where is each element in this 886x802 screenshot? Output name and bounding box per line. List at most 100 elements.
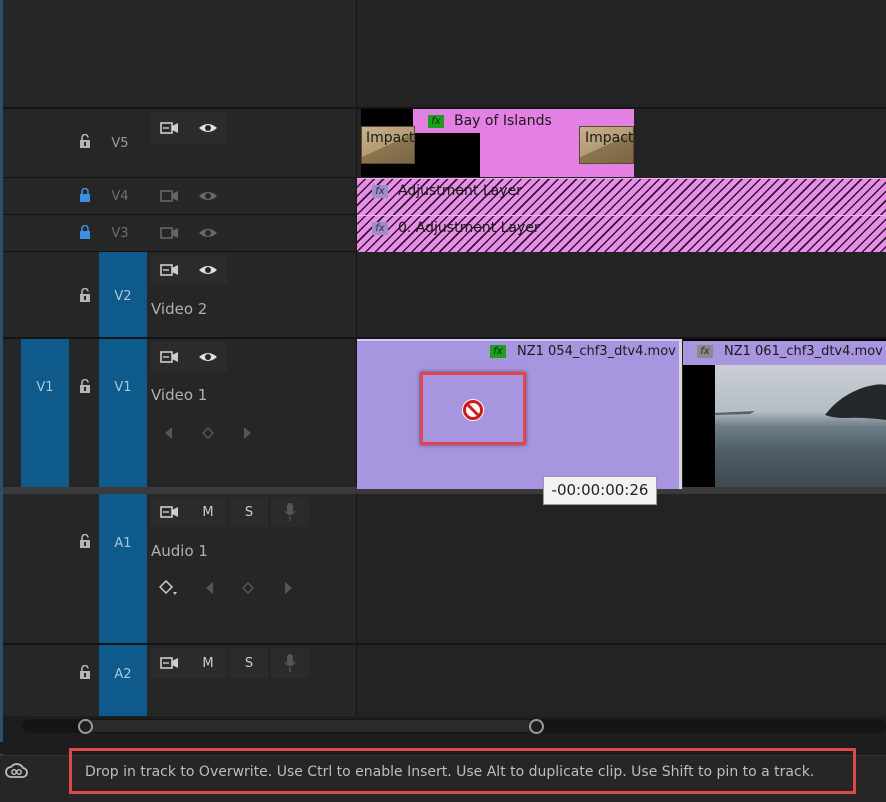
previous-keyframe-icon[interactable]	[163, 426, 173, 440]
toggle-output-button[interactable]	[189, 255, 227, 285]
toggle-output-button[interactable]	[189, 218, 227, 248]
zoom-handle-right[interactable]	[529, 719, 544, 734]
sync-lock-icon	[160, 506, 178, 518]
v5-track-header: V5	[3, 109, 356, 177]
unlock-icon[interactable]	[79, 534, 91, 549]
status-message: Drop in track to Overwrite. Use Ctrl to …	[85, 764, 815, 780]
v4-track-label: V4	[111, 189, 129, 204]
headland-shape	[715, 384, 886, 420]
sync-lock-button[interactable]	[151, 112, 189, 144]
a2-track-label: A2	[114, 667, 132, 682]
sync-lock-icon	[160, 264, 178, 276]
eye-icon	[199, 266, 217, 274]
creative-cloud-icon[interactable]	[4, 762, 28, 780]
toggle-output-button[interactable]	[189, 112, 227, 144]
nz1-061-label: NZ1 061_chf3_dtv4.mov	[724, 344, 883, 359]
adjustment-layer-0-header: fx 0. Adjustment Layer	[372, 220, 540, 236]
nz1-061-header: fx NZ1 061_chf3_dtv4.mov	[697, 344, 883, 359]
nz1-054-header: fx NZ1 054_chf3_dtv4.mov	[490, 344, 676, 359]
sync-lock-button[interactable]	[151, 497, 189, 527]
voiceover-record-button[interactable]	[271, 497, 309, 527]
a1-track-name: Audio 1	[151, 542, 208, 560]
sync-lock-button[interactable]	[151, 181, 189, 211]
fx-icon: fx	[490, 345, 506, 358]
v2-track-label: V2	[114, 289, 132, 304]
sync-lock-icon	[160, 190, 178, 202]
adjustment-layer-label: Adjustment Layer	[398, 183, 522, 199]
mute-label: M	[202, 504, 214, 520]
impact-transition-right[interactable]: Impact I	[579, 126, 634, 164]
mute-button[interactable]: M	[189, 497, 227, 527]
next-keyframe-icon[interactable]	[243, 426, 253, 440]
a1-track-target[interactable]	[99, 494, 147, 643]
zoom-scrollbar-thumb[interactable]	[84, 720, 536, 732]
v2-track-header: V2 Video 2	[3, 252, 356, 337]
eye-icon	[199, 353, 217, 361]
sync-lock-button[interactable]	[151, 218, 189, 248]
eye-icon	[199, 124, 217, 132]
adjustment-layer-header: fx Adjustment Layer	[372, 183, 522, 199]
v1-track-target[interactable]	[99, 339, 147, 487]
unlock-icon[interactable]	[79, 379, 91, 394]
bay-of-islands-label: Bay of Islands	[454, 113, 552, 129]
unlock-icon[interactable]	[79, 665, 91, 680]
lock-icon[interactable]	[79, 188, 91, 203]
previous-keyframe-icon[interactable]	[204, 581, 214, 595]
fx-icon: fx	[697, 345, 713, 358]
toggle-output-button[interactable]	[189, 342, 227, 372]
sync-lock-button[interactable]	[151, 255, 189, 285]
sync-lock-icon	[160, 122, 178, 134]
v1-source-label: V1	[36, 380, 54, 395]
fx-icon: fx	[372, 184, 388, 198]
fx-icon: fx	[372, 221, 388, 235]
sync-lock-icon	[160, 227, 178, 239]
solo-label: S	[244, 655, 254, 671]
toggle-output-button[interactable]	[189, 181, 227, 211]
v3-track-label: V3	[111, 226, 129, 241]
eye-icon	[199, 192, 217, 200]
not-allowed-cursor-icon	[462, 399, 484, 421]
v1-track-header: V1 V1 Video 1	[3, 339, 356, 487]
v1-track-label: V1	[114, 380, 132, 395]
eye-icon	[199, 229, 217, 237]
v5-track-label: V5	[111, 136, 129, 151]
v1-source-patch[interactable]	[21, 339, 69, 487]
sync-lock-button[interactable]	[151, 648, 189, 678]
v1-track-name: Video 1	[151, 386, 208, 404]
impact-transition-left[interactable]: Impact	[361, 126, 415, 164]
a1-track-header: A1 M S Audio 1	[3, 494, 356, 643]
black-region	[413, 133, 480, 177]
microphone-icon	[284, 654, 296, 672]
add-keyframe-icon[interactable]	[242, 582, 254, 594]
solo-label: S	[244, 504, 254, 520]
drag-timecode-tooltip: -00:00:00:26	[543, 476, 657, 505]
unlock-icon[interactable]	[79, 288, 91, 303]
fx-icon: fx	[428, 114, 444, 128]
nz1-061-thumbnail	[715, 365, 886, 487]
add-keyframe-icon[interactable]	[202, 427, 214, 439]
a1-track-label: A1	[114, 536, 132, 551]
sync-lock-button[interactable]	[151, 342, 189, 372]
sync-lock-icon	[160, 351, 178, 363]
keyframe-menu-icon[interactable]	[159, 580, 179, 596]
nz1-061-clip[interactable]	[683, 339, 886, 487]
sync-lock-icon	[160, 657, 178, 669]
v2-track-name: Video 2	[151, 300, 208, 318]
bay-of-islands-header: fx Bay of Islands	[428, 113, 552, 129]
next-keyframe-icon[interactable]	[284, 581, 294, 595]
mute-button[interactable]: M	[189, 648, 227, 678]
impact-label: Impact	[366, 130, 415, 146]
unlock-icon[interactable]	[79, 134, 91, 149]
impact-label: Impact I	[585, 130, 634, 146]
microphone-icon	[284, 503, 296, 521]
solo-button[interactable]: S	[230, 497, 268, 527]
zoom-handle-left[interactable]	[78, 719, 93, 734]
lock-icon[interactable]	[79, 225, 91, 240]
voiceover-record-button[interactable]	[271, 648, 309, 678]
mute-label: M	[202, 655, 214, 671]
adjustment-layer-0-label: 0. Adjustment Layer	[398, 220, 540, 236]
v4-track-header: V4	[3, 178, 356, 214]
solo-button[interactable]: S	[230, 648, 268, 678]
a2-track-header: A2 M S	[3, 645, 356, 716]
v3-track-header: V3	[3, 215, 356, 251]
